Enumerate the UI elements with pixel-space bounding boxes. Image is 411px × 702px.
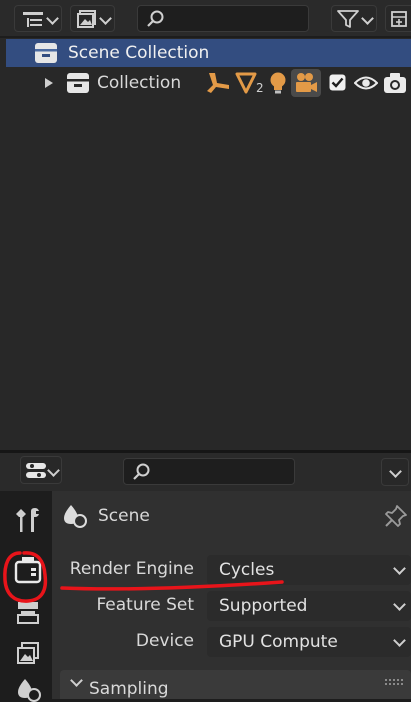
- annotation-overlay: [3, 551, 284, 603]
- annotation-circle: [3, 551, 48, 603]
- annotation-underline: [60, 580, 284, 591]
